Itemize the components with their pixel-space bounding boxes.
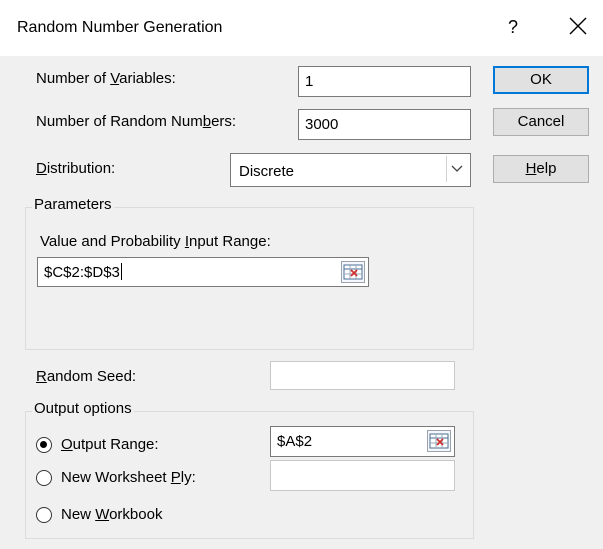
distribution-label: Distribution: xyxy=(36,160,116,177)
number-of-random-numbers-input[interactable]: 3000 xyxy=(298,109,471,140)
input-range-label: Value and Probability Input Range: xyxy=(40,233,271,250)
distribution-value: Discrete xyxy=(239,163,295,180)
text-caret xyxy=(120,263,122,280)
output-range-field[interactable]: $A$2 xyxy=(270,426,455,457)
distribution-select[interactable]: Discrete xyxy=(230,153,471,187)
number-of-variables-label: Number of Variables: xyxy=(36,70,176,87)
chevron-down-icon xyxy=(451,165,463,172)
cancel-button[interactable]: Cancel xyxy=(493,108,589,136)
ok-button[interactable]: OK xyxy=(493,66,589,94)
distribution-dropdown-button[interactable] xyxy=(446,156,468,182)
range-selector-icon[interactable] xyxy=(341,261,365,283)
dialog-title: Random Number Generation xyxy=(17,19,223,36)
number-of-random-numbers-label: Number of Random Numbers: xyxy=(36,113,237,130)
new-workbook-radio[interactable] xyxy=(36,507,52,523)
output-range-label[interactable]: Output Range: xyxy=(61,436,159,453)
title-bar: Random Number Generation ? xyxy=(0,0,603,56)
collapse-dialog-icon xyxy=(343,264,363,280)
help-question-button[interactable]: ? xyxy=(508,17,518,38)
random-seed-input[interactable] xyxy=(270,361,455,390)
random-seed-label: Random Seed: xyxy=(36,368,137,385)
output-range-value: $A$2 xyxy=(277,433,313,450)
number-of-random-numbers-value: 3000 xyxy=(305,116,339,133)
parameters-group-title: Parameters xyxy=(32,196,114,213)
help-button[interactable]: Help xyxy=(493,155,589,183)
number-of-variables-value: 1 xyxy=(305,73,314,90)
new-worksheet-ply-label[interactable]: New Worksheet Ply: xyxy=(61,469,196,486)
close-icon[interactable] xyxy=(567,15,589,37)
number-of-variables-input[interactable]: 1 xyxy=(298,66,471,97)
new-worksheet-ply-input[interactable] xyxy=(270,460,455,491)
input-range-value: $C$2:$D$3 xyxy=(44,264,120,281)
new-worksheet-ply-radio[interactable] xyxy=(36,470,52,486)
new-workbook-label[interactable]: New Workbook xyxy=(61,506,162,523)
output-range-selector-icon[interactable] xyxy=(427,430,451,452)
collapse-dialog-icon xyxy=(429,433,449,449)
input-range-field[interactable]: $C$2:$D$3 xyxy=(37,257,369,287)
output-options-group-title: Output options xyxy=(32,400,134,417)
output-range-radio[interactable] xyxy=(36,437,52,453)
